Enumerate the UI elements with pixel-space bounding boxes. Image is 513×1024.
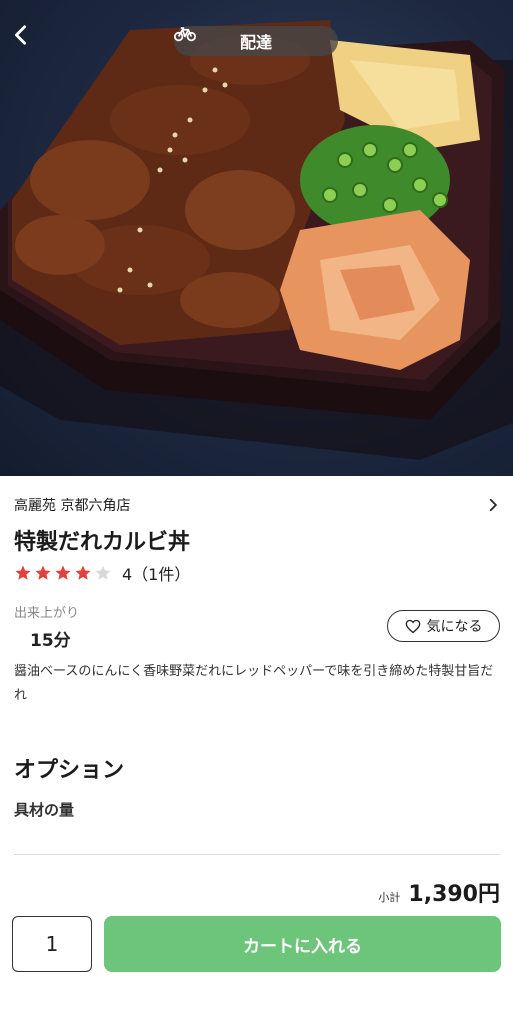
heart-icon [405, 619, 420, 633]
item-description: 醤油ベースのにんにく香味野菜だれにレッドペッパーで味を引き締めた特製甘旨だれ [14, 664, 494, 703]
bento-box-illustration [0, 20, 513, 460]
delivery-mode-badge: 配達 [174, 26, 338, 56]
bicycle-icon [174, 27, 196, 42]
subtotal-label: 小計 [378, 891, 401, 904]
favorite-label: 気になる [426, 619, 483, 635]
store-name: 高麗苑 京都六角店 [14, 498, 131, 514]
divider [14, 854, 500, 855]
prep-time-label: 出来上がり [14, 606, 80, 621]
star-icon [15, 565, 31, 580]
favorite-button[interactable]: 気になる [387, 610, 500, 642]
star-icon [75, 565, 91, 580]
star-icon [35, 565, 51, 580]
chevron-right-icon [489, 498, 497, 512]
add-to-cart-button[interactable]: カートに入れる [104, 916, 501, 972]
item-title: 特製だれカルビ丼 [14, 530, 191, 555]
rating: 4（1件） [14, 562, 190, 584]
options-heading: オプション [14, 758, 125, 783]
prep-time-value: 15分 [30, 631, 71, 651]
subtotal: 小計 1,390円 [378, 876, 500, 908]
delivery-label: 配達 [239, 33, 272, 52]
star-icon [55, 565, 71, 580]
rating-text: 4（1件） [122, 565, 191, 584]
chevron-left-icon [15, 25, 27, 45]
rating-stars [14, 564, 112, 582]
option-ingredient-amount: 具材の量 [14, 801, 75, 819]
product-image: 配達 [0, 0, 513, 476]
back-button[interactable] [10, 24, 46, 60]
store-link[interactable]: 高麗苑 京都六角店 [14, 494, 500, 516]
quantity-selector[interactable]: 1 [12, 916, 92, 972]
star-icon [95, 565, 111, 580]
subtotal-value: 1,390円 [408, 882, 500, 907]
